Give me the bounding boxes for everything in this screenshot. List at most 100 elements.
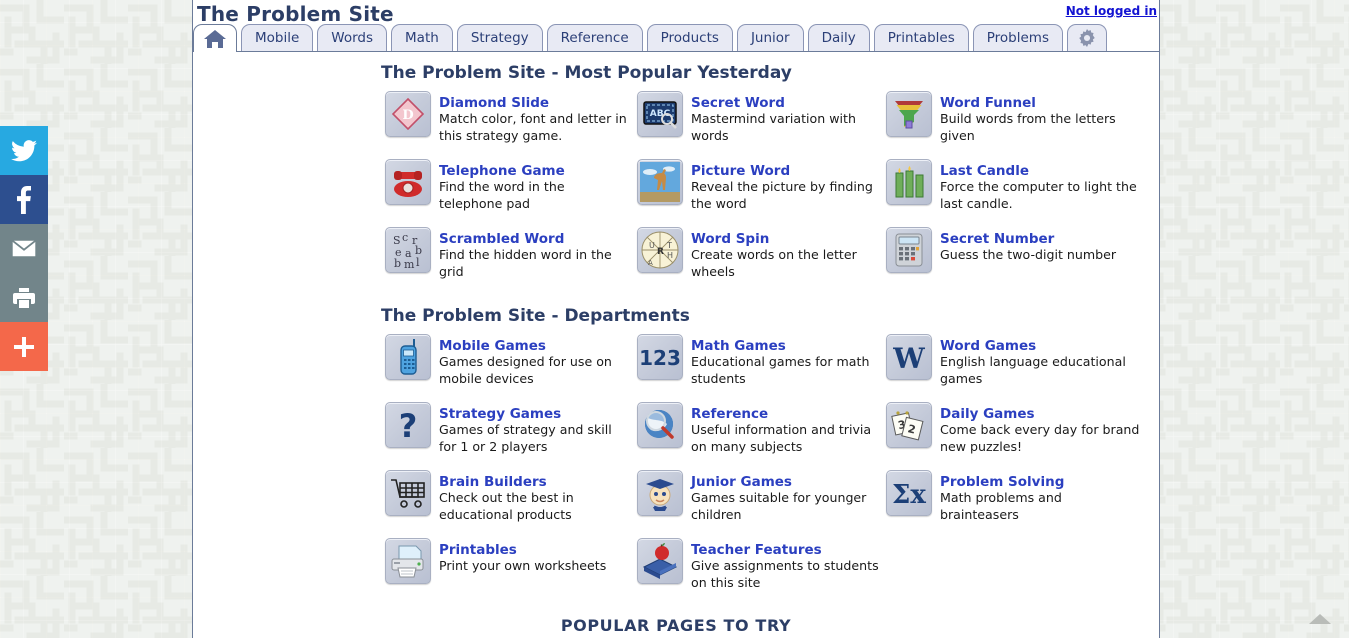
tab-settings[interactable] [1067, 24, 1107, 51]
mobile-phone-icon[interactable] [385, 334, 431, 380]
tab-problems[interactable]: Problems [972, 24, 1063, 51]
tab-label: Strategy [470, 30, 529, 46]
scrambled-word-icon[interactable]: Screabbml [385, 227, 431, 273]
printer-doc-icon[interactable] [385, 538, 431, 584]
diamond-slide-icon[interactable]: D [385, 91, 431, 137]
section-heading-departments: The Problem Site - Departments [381, 306, 690, 326]
item-title[interactable]: Word Spin [691, 231, 769, 247]
item-title[interactable]: Picture Word [691, 163, 790, 179]
123-icon[interactable]: 123 [637, 334, 683, 380]
item-desc: Guess the two-digit number [940, 247, 1117, 262]
secret-word-icon[interactable]: ABC [637, 91, 683, 137]
item-title[interactable]: Telephone Game [439, 163, 565, 179]
tab-label: Products [660, 30, 719, 46]
item-title[interactable]: Teacher Features [691, 542, 822, 558]
login-status-link[interactable]: Not logged in [1066, 4, 1157, 18]
list-item: Last Candle Force the computer to light … [886, 159, 1159, 215]
letter-w-icon[interactable]: W [886, 334, 932, 380]
tab-label: Junior [750, 30, 790, 46]
word-spin-icon[interactable]: U TRH A [637, 227, 683, 273]
picture-word-icon[interactable] [637, 159, 683, 205]
page-title: The Problem Site [197, 2, 394, 26]
tab-reference[interactable]: Reference [546, 24, 643, 51]
item-desc: Check out the best in educational produc… [439, 490, 574, 522]
scroll-to-top-button[interactable] [1309, 614, 1331, 624]
item-desc: Games designed for use on mobile devices [439, 354, 612, 386]
item-title[interactable]: Word Games [940, 338, 1036, 354]
list-item: Telephone Game Find the word in the tele… [385, 159, 637, 215]
item-desc: Print your own worksheets [439, 558, 607, 573]
more-share-button[interactable] [0, 322, 48, 371]
item-desc: Match color, font and letter in this str… [439, 111, 627, 143]
svg-text:T: T [666, 241, 672, 250]
item-title[interactable]: Diamond Slide [439, 95, 549, 111]
svg-text:U: U [649, 241, 655, 250]
shopping-cart-icon[interactable] [385, 470, 431, 516]
sigma-x-icon[interactable]: Σx [886, 470, 932, 516]
item-title[interactable]: Math Games [691, 338, 786, 354]
main-content: The Problem Site - Most Popular Yesterda… [193, 52, 1159, 638]
list-item: Mobile Games Games designed for use on m… [385, 334, 637, 390]
svg-text:Σx: Σx [892, 480, 926, 509]
svg-text:l: l [416, 256, 420, 269]
list-item: Screabbml Scrambled Word Find the hidden… [385, 227, 637, 283]
item-title[interactable]: Scrambled Word [439, 231, 564, 247]
twitter-share-button[interactable] [0, 126, 48, 175]
print-button[interactable] [0, 273, 48, 322]
list-item: 123 Math Games Educational games for mat… [637, 334, 886, 390]
tab-junior[interactable]: Junior [736, 24, 804, 51]
calculator-icon[interactable] [886, 227, 932, 273]
list-item: Σx Problem Solving Math problems and bra… [886, 470, 1159, 526]
tab-products[interactable]: Products [646, 24, 733, 51]
item-title[interactable]: Problem Solving [940, 474, 1064, 490]
tab-printables[interactable]: Printables [873, 24, 969, 51]
list-item: Picture Word Reveal the picture by findi… [637, 159, 886, 215]
item-title[interactable]: Daily Games [940, 406, 1035, 422]
tab-mobile[interactable]: Mobile [241, 24, 314, 51]
tab-words[interactable]: Words [317, 24, 388, 51]
list-item: 32 Daily Games Come back every day for b… [886, 402, 1159, 458]
twitter-icon [11, 139, 37, 161]
word-funnel-icon[interactable] [886, 91, 932, 137]
graduate-kid-icon[interactable] [637, 470, 683, 516]
svg-text:W: W [892, 342, 925, 373]
item-desc: Games of strategy and skill for 1 or 2 p… [439, 422, 612, 454]
candles-icon[interactable] [886, 159, 932, 205]
svg-text:b: b [394, 257, 401, 270]
item-title[interactable]: Secret Word [691, 95, 785, 111]
item-title[interactable]: Strategy Games [439, 406, 561, 422]
svg-text:H: H [667, 251, 673, 260]
item-title[interactable]: Brain Builders [439, 474, 547, 490]
item-title[interactable]: Word Funnel [940, 95, 1036, 111]
tab-home[interactable] [193, 24, 237, 52]
globe-magnifier-icon[interactable] [637, 402, 683, 448]
item-desc: Build words from the letters given [940, 111, 1116, 143]
list-item: Teacher Features Give assignments to stu… [637, 538, 886, 594]
facebook-share-button[interactable] [0, 175, 48, 224]
telephone-icon[interactable] [385, 159, 431, 205]
envelope-icon [11, 239, 37, 258]
item-title[interactable]: Last Candle [940, 163, 1029, 179]
item-title[interactable]: Reference [691, 406, 768, 422]
tab-daily[interactable]: Daily [807, 24, 870, 51]
tab-label: Printables [887, 30, 955, 46]
email-share-button[interactable] [0, 224, 48, 273]
grid-spacer [886, 538, 1159, 606]
item-desc: Find the hidden word in the grid [439, 247, 612, 279]
main-tab-bar: Mobile Words Math Strategy Reference Pro… [193, 24, 1159, 52]
item-title[interactable]: Mobile Games [439, 338, 546, 354]
item-title[interactable]: Secret Number [940, 231, 1054, 247]
calendar-icon[interactable]: 32 [886, 402, 932, 448]
item-desc: Force the computer to light the last can… [940, 179, 1137, 211]
question-mark-icon[interactable]: ? [385, 402, 431, 448]
social-share-rail [0, 126, 48, 371]
tab-strategy[interactable]: Strategy [456, 24, 543, 51]
item-title[interactable]: Junior Games [691, 474, 792, 490]
svg-text:123: 123 [639, 346, 681, 370]
apple-book-icon[interactable] [637, 538, 683, 584]
item-desc: Mastermind variation with words [691, 111, 856, 143]
item-title[interactable]: Printables [439, 542, 517, 558]
item-desc: Educational games for math students [691, 354, 870, 386]
item-desc: Give assignments to students on this sit… [691, 558, 879, 590]
tab-math[interactable]: Math [391, 24, 453, 51]
